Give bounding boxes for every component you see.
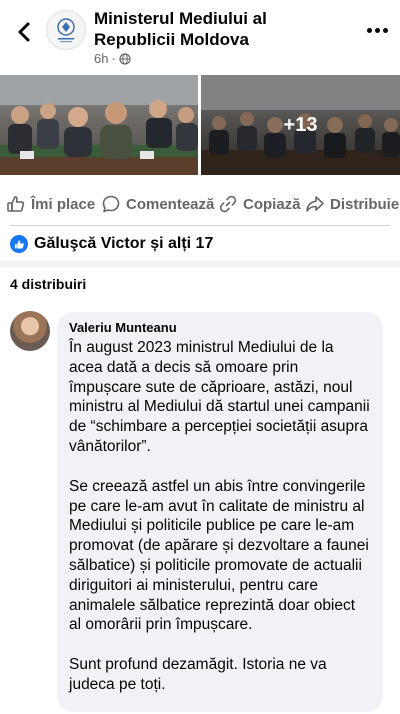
commenter-avatar[interactable] (10, 311, 50, 351)
comment-paragraph: Se creează astfel un abis între convinge… (69, 477, 369, 634)
shares-count[interactable]: 4 distribuiri (10, 276, 86, 292)
comment-paragraph: Sunt profund dezamăgit. Istoria ne va ju… (69, 656, 327, 693)
more-dot (366, 27, 372, 33)
like-reaction-icon (10, 235, 28, 253)
back-button[interactable] (10, 18, 38, 46)
like-label: Îmi place (31, 195, 96, 213)
more-dot (374, 27, 380, 33)
copy-button[interactable]: Copiază (218, 194, 301, 214)
post-meta: 6h · (94, 51, 131, 66)
like-button[interactable]: Îmi place (6, 194, 95, 214)
more-photos-overlay[interactable]: +13 (201, 75, 400, 175)
globe-icon (119, 52, 131, 65)
more-photos-count: +13 (283, 113, 318, 136)
ministry-logo-icon (57, 18, 75, 43)
share-label: Distribuie (330, 195, 400, 213)
comment-button[interactable]: Comentează (101, 194, 214, 214)
comment-paragraph: În august 2023 ministrul Mediului de la … (69, 339, 370, 455)
more-dot (382, 27, 388, 33)
comment-icon (102, 195, 120, 213)
link-icon (219, 195, 237, 213)
post-photo-2[interactable]: +13 (201, 75, 400, 175)
more-options-button[interactable] (362, 20, 392, 40)
chevron-left-icon (18, 22, 30, 42)
meeting-photo-illustration (0, 75, 198, 175)
reactions-text: Găluşcă Victor și alți 17 (34, 235, 214, 252)
share-arrow-icon (306, 196, 324, 212)
page-name[interactable]: Ministerul Mediului al Republicii Moldov… (94, 8, 344, 50)
photo-grid: +13 (0, 75, 400, 175)
comment-label: Comentează (126, 195, 215, 213)
reactions-summary[interactable]: Găluşcă Victor și alți 17 (10, 233, 213, 255)
section-divider (0, 261, 400, 267)
copy-label: Copiază (243, 195, 301, 213)
action-bar: Îmi place Comentează Copiază Distribuie (0, 186, 400, 226)
thumbs-up-icon (7, 196, 25, 212)
comment-author[interactable]: Valeriu Munteanu (69, 320, 371, 336)
divider (10, 225, 390, 226)
share-button[interactable]: Distribuie (305, 194, 399, 214)
page-avatar[interactable] (46, 10, 86, 50)
post-photo-1[interactable] (0, 75, 198, 175)
post-header: Ministerul Mediului al Republicii Moldov… (0, 0, 400, 72)
post-time[interactable]: 6h (94, 51, 108, 66)
comment-bubble: Valeriu Munteanu În august 2023 ministru… (57, 312, 383, 712)
